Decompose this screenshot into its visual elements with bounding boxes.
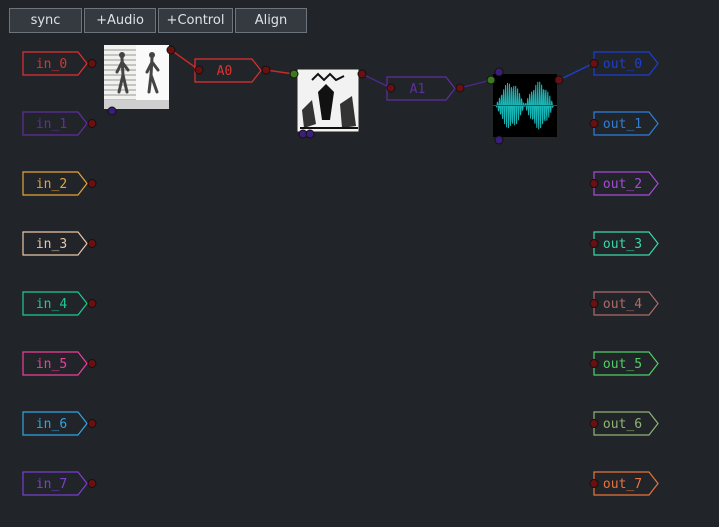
input-port-2[interactable] (87, 179, 97, 188)
input-node-4-label: in_4 (36, 297, 67, 312)
output-node-6-label: out_6 (603, 417, 642, 432)
processor-node-a0-label: A0 (217, 64, 233, 79)
output-node-4[interactable]: out_4 (593, 291, 659, 316)
a1-output-port[interactable] (455, 83, 465, 93)
input-node-7[interactable]: in_7 (22, 471, 88, 496)
output-port-7[interactable] (589, 479, 599, 488)
input-node-1-label: in_1 (36, 117, 67, 132)
input-port-3[interactable] (87, 239, 97, 248)
output-node-0-label: out_0 (603, 57, 642, 72)
input-node-5-label: in_5 (36, 357, 67, 372)
output-port-1[interactable] (589, 119, 599, 128)
input-node-6-label: in_6 (36, 417, 67, 432)
a0-output-port[interactable] (261, 65, 271, 75)
output-port-4[interactable] (589, 299, 599, 308)
a0-input-port[interactable] (194, 65, 204, 75)
input-port-7[interactable] (87, 479, 97, 488)
output-node-3-label: out_3 (603, 237, 642, 252)
image2-port-bottom[interactable] (494, 135, 504, 145)
processor-node-a1[interactable]: A1 (386, 76, 456, 101)
link-image2-out0 (558, 62, 595, 81)
output-port-5[interactable] (589, 359, 599, 368)
output-node-5-label: out_5 (603, 357, 642, 372)
output-node-4-label: out_4 (603, 297, 642, 312)
output-port-2[interactable] (589, 179, 599, 188)
input-node-6[interactable]: in_6 (22, 411, 88, 436)
output-port-6[interactable] (589, 419, 599, 428)
image1-port-b[interactable] (305, 129, 315, 139)
output-node-5[interactable]: out_5 (593, 351, 659, 376)
input-port-1[interactable] (87, 119, 97, 128)
input-node-5[interactable]: in_5 (22, 351, 88, 376)
output-node-7-label: out_7 (603, 477, 642, 492)
output-node-1[interactable]: out_1 (593, 111, 659, 136)
image2-output-port[interactable] (554, 75, 564, 85)
processor-node-a0[interactable]: A0 (194, 58, 262, 83)
output-node-3[interactable]: out_3 (593, 231, 659, 256)
input-node-2-label: in_2 (36, 177, 67, 192)
output-node-2-label: out_2 (603, 177, 642, 192)
waveform-image[interactable] (493, 74, 557, 137)
input-port-6[interactable] (87, 419, 97, 428)
input-node-0[interactable]: in_0 (22, 51, 88, 76)
input-node-7-label: in_7 (36, 477, 67, 492)
node-graph-canvas[interactable]: in_0 in_1 in_2 in_3 in_4 in_5 in_6 in_7 out_0out… (0, 0, 719, 527)
image2-port-top[interactable] (494, 67, 504, 77)
input-port-0[interactable] (87, 59, 97, 68)
a1-input-port[interactable] (386, 83, 396, 93)
engraving-image[interactable] (296, 68, 360, 133)
input-node-1[interactable]: in_1 (22, 111, 88, 136)
image0-output-port[interactable] (166, 45, 176, 55)
output-node-0[interactable]: out_0 (593, 51, 659, 76)
output-node-1-label: out_1 (603, 117, 642, 132)
input-node-2[interactable]: in_2 (22, 171, 88, 196)
input-port-5[interactable] (87, 359, 97, 368)
image2-input-port[interactable] (486, 75, 496, 85)
input-node-0-label: in_0 (36, 57, 67, 72)
input-port-4[interactable] (87, 299, 97, 308)
output-node-2[interactable]: out_2 (593, 171, 659, 196)
image1-output-port[interactable] (357, 69, 367, 79)
input-node-3[interactable]: in_3 (22, 231, 88, 256)
image0-input-port[interactable] (107, 106, 117, 116)
link-a1-image2 (459, 79, 492, 89)
output-node-7[interactable]: out_7 (593, 471, 659, 496)
walking-figures-image[interactable] (104, 45, 169, 109)
input-node-4[interactable]: in_4 (22, 291, 88, 316)
output-port-3[interactable] (589, 239, 599, 248)
output-node-6[interactable]: out_6 (593, 411, 659, 436)
processor-node-a1-label: A1 (410, 82, 426, 97)
output-port-0[interactable] (589, 59, 599, 68)
input-node-3-label: in_3 (36, 237, 67, 252)
image1-input-port[interactable] (289, 69, 299, 79)
